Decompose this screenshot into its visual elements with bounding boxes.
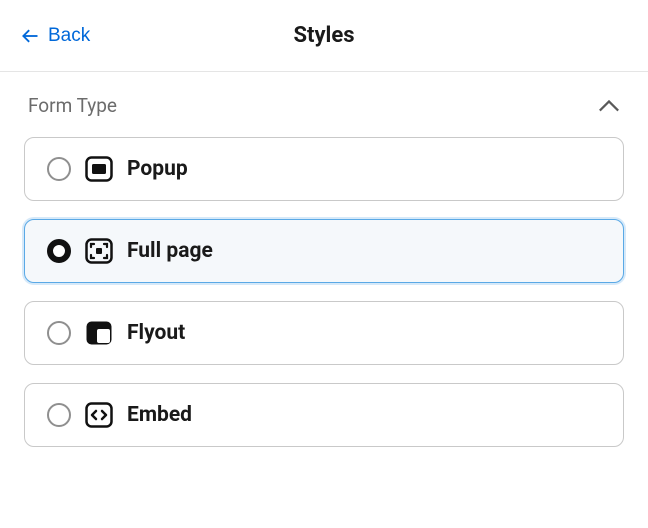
- option-popup[interactable]: Popup: [24, 137, 624, 201]
- flyout-icon: [85, 320, 113, 346]
- fullpage-icon: [85, 238, 113, 264]
- back-label: Back: [48, 25, 90, 47]
- page-header: Back Styles: [0, 0, 648, 72]
- radio-full-page[interactable]: [47, 239, 71, 263]
- option-label: Full page: [127, 239, 213, 263]
- section-label: Form Type: [28, 94, 117, 117]
- option-flyout[interactable]: Flyout: [24, 301, 624, 365]
- popup-icon: [85, 156, 113, 182]
- arrow-left-icon: [20, 26, 40, 46]
- back-button[interactable]: Back: [20, 25, 90, 47]
- form-type-options: Popup Full page Flyout: [24, 137, 624, 447]
- page-title: Styles: [293, 23, 354, 48]
- option-label: Flyout: [127, 321, 185, 345]
- form-type-section: Form Type Popup Full page: [0, 72, 648, 447]
- option-embed[interactable]: Embed: [24, 383, 624, 447]
- option-label: Popup: [127, 157, 188, 181]
- option-full-page[interactable]: Full page: [24, 219, 624, 283]
- option-label: Embed: [127, 403, 192, 427]
- radio-flyout[interactable]: [47, 321, 71, 345]
- radio-popup[interactable]: [47, 157, 71, 181]
- chevron-up-icon: [598, 99, 620, 113]
- section-toggle[interactable]: Form Type: [24, 72, 624, 137]
- embed-icon: [85, 402, 113, 428]
- radio-embed[interactable]: [47, 403, 71, 427]
